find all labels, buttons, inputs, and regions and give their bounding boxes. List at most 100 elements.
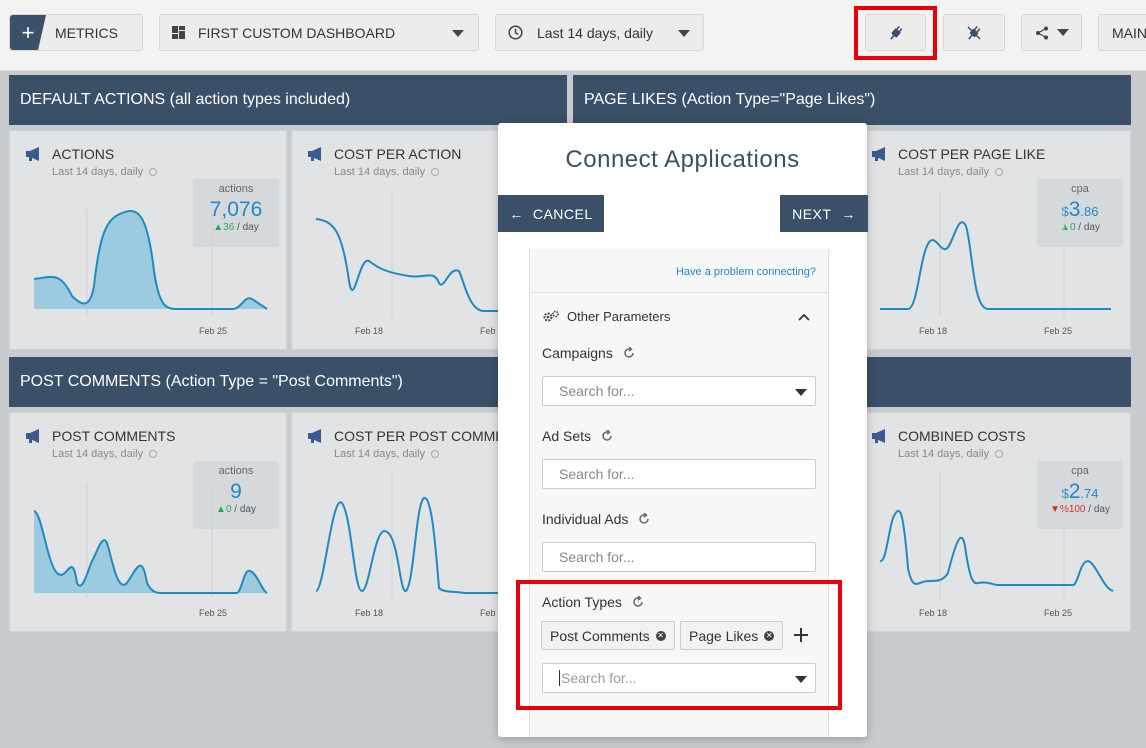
plug-icon xyxy=(889,25,902,40)
chevron-down-icon xyxy=(452,30,464,37)
metric-card-combined-costs[interactable]: COMBINED COSTS Last 14 days, daily cpa $… xyxy=(855,412,1131,632)
connect-applications-button[interactable] xyxy=(865,14,926,51)
parameters-panel: Have a problem connecting? Other Paramet… xyxy=(529,249,829,737)
disconnect-button[interactable] xyxy=(943,14,1005,51)
cancel-label: CANCEL xyxy=(532,205,593,222)
chevron-up-icon[interactable] xyxy=(798,313,810,321)
arrow-left-icon: ← xyxy=(509,205,524,222)
share-icon xyxy=(1035,26,1048,39)
campaigns-search-input[interactable]: Search for... xyxy=(542,376,816,406)
megaphone-icon xyxy=(308,147,321,161)
individual-ads-search-input[interactable]: Search for... xyxy=(542,542,816,572)
card-title: COST PER PAGE LIKE xyxy=(898,146,1046,162)
share-button[interactable] xyxy=(1021,14,1082,51)
section-header-default-actions: DEFAULT ACTIONS (all action types includ… xyxy=(9,75,567,125)
individual-ads-placeholder: Search for... xyxy=(559,549,635,565)
connect-applications-modal: Connect Applications ← CANCEL NEXT → Hav… xyxy=(498,123,868,737)
sparkline-chart xyxy=(880,191,1111,316)
refresh-icon[interactable] xyxy=(623,347,635,359)
adsets-label: Ad Sets xyxy=(542,428,592,444)
divider xyxy=(530,292,828,293)
card-subtitle: Last 14 days, daily xyxy=(334,448,440,460)
text-cursor xyxy=(559,670,560,686)
dashboard-select[interactable]: FIRST CUSTOM DASHBOARD xyxy=(159,14,479,51)
info-icon xyxy=(431,168,440,176)
next-button[interactable]: NEXT → xyxy=(780,195,868,232)
help-link[interactable]: Have a problem connecting? xyxy=(676,266,816,278)
tag-label: Page Likes xyxy=(689,627,759,644)
card-title: COST PER POST COMMEN xyxy=(334,428,515,444)
card-subtitle: Last 14 days, daily xyxy=(898,448,1004,460)
top-toolbar: + METRICS FIRST CUSTOM DASHBOARD Last 14… xyxy=(0,0,1146,71)
other-parameters-label: Other Parameters xyxy=(567,309,671,324)
x-axis-label: Feb 18 xyxy=(919,326,948,336)
main-label: MAIN xyxy=(1112,24,1146,41)
x-axis-label: Feb 18 xyxy=(355,608,384,618)
add-action-type-icon[interactable] xyxy=(793,627,809,643)
section-header-page-likes: PAGE LIKES (Action Type="Page Likes") xyxy=(573,75,1131,125)
refresh-icon[interactable] xyxy=(638,513,650,525)
x-axis-label: Feb 18 xyxy=(919,608,948,618)
info-icon xyxy=(995,450,1004,458)
adsets-label-row: Ad Sets xyxy=(542,428,613,444)
card-title: POST COMMENTS xyxy=(52,428,176,444)
refresh-icon[interactable] xyxy=(632,596,644,608)
clock-icon xyxy=(508,25,523,40)
x-axis-label: Feb 25 xyxy=(199,608,228,618)
other-parameters-header[interactable]: Other Parameters xyxy=(542,309,670,324)
megaphone-icon xyxy=(26,147,39,161)
x-axis-label: Feb xyxy=(480,608,496,618)
refresh-icon[interactable] xyxy=(601,430,613,442)
metric-card-cost-per-page-like[interactable]: COST PER PAGE LIKE Last 14 days, daily c… xyxy=(855,130,1131,350)
action-types-placeholder: Search for... xyxy=(561,670,637,686)
action-types-label-row: Action Types xyxy=(542,594,644,610)
chevron-down-icon xyxy=(795,389,807,396)
tag-page-likes[interactable]: Page Likes ✕ xyxy=(680,621,784,650)
card-title: ACTIONS xyxy=(52,146,115,162)
campaigns-placeholder: Search for... xyxy=(559,383,635,399)
tag-post-comments[interactable]: Post Comments ✕ xyxy=(541,621,675,650)
adsets-placeholder: Search for... xyxy=(559,466,635,482)
sparkline-chart xyxy=(33,209,268,316)
x-axis-label: Feb 25 xyxy=(1044,326,1073,336)
info-icon xyxy=(995,168,1004,176)
card-title: COST PER ACTION xyxy=(334,146,462,162)
megaphone-icon xyxy=(308,429,321,443)
campaigns-label: Campaigns xyxy=(542,345,613,361)
campaigns-label-row: Campaigns xyxy=(542,345,635,361)
sparkline-chart xyxy=(33,483,268,598)
megaphone-icon xyxy=(26,429,39,443)
date-range-label: Last 14 days, daily xyxy=(537,24,653,41)
remove-tag-icon[interactable]: ✕ xyxy=(655,630,666,641)
card-subtitle: Last 14 days, daily xyxy=(52,448,158,460)
card-subtitle: Last 14 days, daily xyxy=(334,166,440,178)
tag-label: Post Comments xyxy=(550,627,650,644)
cancel-button[interactable]: ← CANCEL xyxy=(498,195,604,232)
adsets-search-input[interactable]: Search for... xyxy=(542,459,816,489)
info-icon xyxy=(149,168,158,176)
individual-ads-label-row: Individual Ads xyxy=(542,511,650,527)
metrics-button[interactable]: + METRICS xyxy=(9,14,143,51)
remove-tag-icon[interactable]: ✕ xyxy=(764,630,775,641)
dashboard-icon xyxy=(172,26,185,39)
chevron-down-icon xyxy=(1056,29,1069,36)
gears-icon xyxy=(543,310,559,321)
unplug-icon xyxy=(967,25,981,40)
metric-card-actions[interactable]: ACTIONS Last 14 days, daily actions 7,07… xyxy=(9,130,287,350)
action-types-search-input[interactable]: Search for... xyxy=(542,663,816,693)
plus-icon: + xyxy=(10,15,46,50)
megaphone-icon xyxy=(872,147,885,161)
metric-card-post-comments[interactable]: POST COMMENTS Last 14 days, daily action… xyxy=(9,412,287,632)
info-icon xyxy=(149,450,158,458)
x-axis-label: Feb 25 xyxy=(1044,608,1073,618)
arrow-right-icon: → xyxy=(841,205,856,222)
sparkline-chart xyxy=(879,473,1114,598)
x-axis-label: Feb 25 xyxy=(199,326,228,336)
main-button[interactable]: MAIN xyxy=(1098,14,1146,51)
date-range-select[interactable]: Last 14 days, daily xyxy=(495,14,704,51)
card-subtitle: Last 14 days, daily xyxy=(52,166,158,178)
chevron-down-icon xyxy=(795,676,807,683)
individual-ads-label: Individual Ads xyxy=(542,511,629,527)
metrics-label: METRICS xyxy=(55,24,118,41)
next-label: NEXT xyxy=(792,205,832,222)
